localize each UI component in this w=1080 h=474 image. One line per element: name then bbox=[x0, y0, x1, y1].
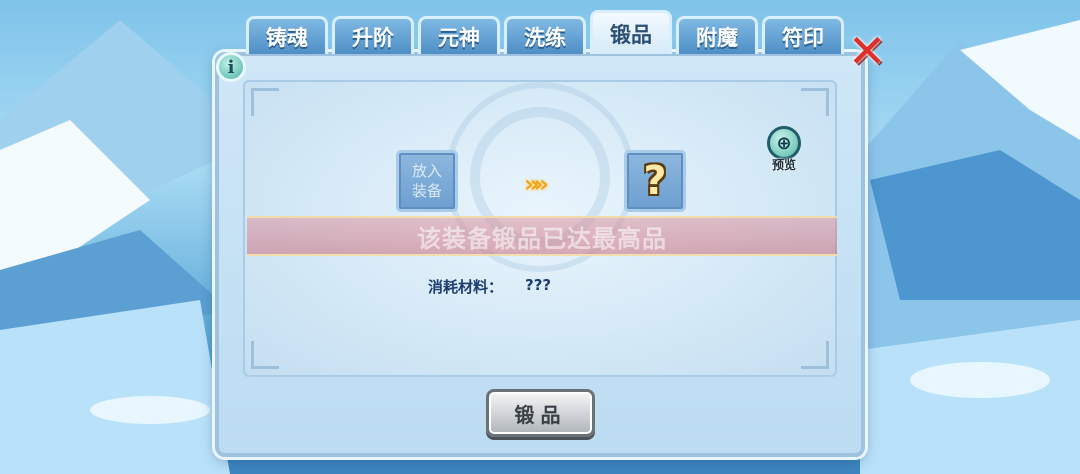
preview-label: 预览 bbox=[771, 158, 796, 172]
tab-shengjie[interactable]: 升阶 bbox=[332, 16, 414, 54]
corner-ornament bbox=[251, 88, 279, 116]
banner-text: 该装备锻品已达最高品 bbox=[417, 224, 667, 253]
tab-bar: 铸魂 升阶 元神 洗练 锻品 附魔 符印 bbox=[246, 10, 844, 54]
close-icon[interactable]: ✕ bbox=[846, 28, 888, 74]
tab-fumo[interactable]: 附魔 bbox=[676, 16, 758, 54]
tab-yuanshen[interactable]: 元神 bbox=[418, 16, 500, 54]
tab-xilian[interactable]: 洗练 bbox=[504, 16, 586, 54]
magnifier-plus-icon: ⊕ bbox=[767, 126, 801, 160]
arrow-right-icon: »» bbox=[524, 170, 549, 198]
result-slot: ? bbox=[624, 150, 686, 212]
tab-duanpin[interactable]: 锻品 bbox=[590, 10, 672, 54]
corner-ornament bbox=[251, 341, 279, 369]
cost-label: 消耗材料： bbox=[428, 278, 504, 296]
tab-fuyin[interactable]: 符印 bbox=[762, 16, 844, 54]
material-cost: 消耗材料： ??? bbox=[428, 276, 551, 297]
cost-value: ??? bbox=[525, 276, 552, 294]
question-mark-icon: ? bbox=[643, 158, 667, 204]
max-grade-banner: 该装备锻品已达最高品 bbox=[247, 216, 837, 256]
preview-button[interactable]: ⊕ 预览 bbox=[764, 126, 804, 173]
tab-zhuhun[interactable]: 铸魂 bbox=[246, 16, 328, 54]
equipment-input-slot[interactable]: 放入 装备 bbox=[396, 150, 458, 212]
input-slot-label: 放入 装备 bbox=[411, 162, 442, 200]
corner-ornament bbox=[801, 88, 829, 116]
info-icon[interactable]: i bbox=[216, 52, 246, 82]
corner-ornament bbox=[801, 341, 829, 369]
forge-button[interactable]: 锻品 bbox=[486, 389, 595, 437]
